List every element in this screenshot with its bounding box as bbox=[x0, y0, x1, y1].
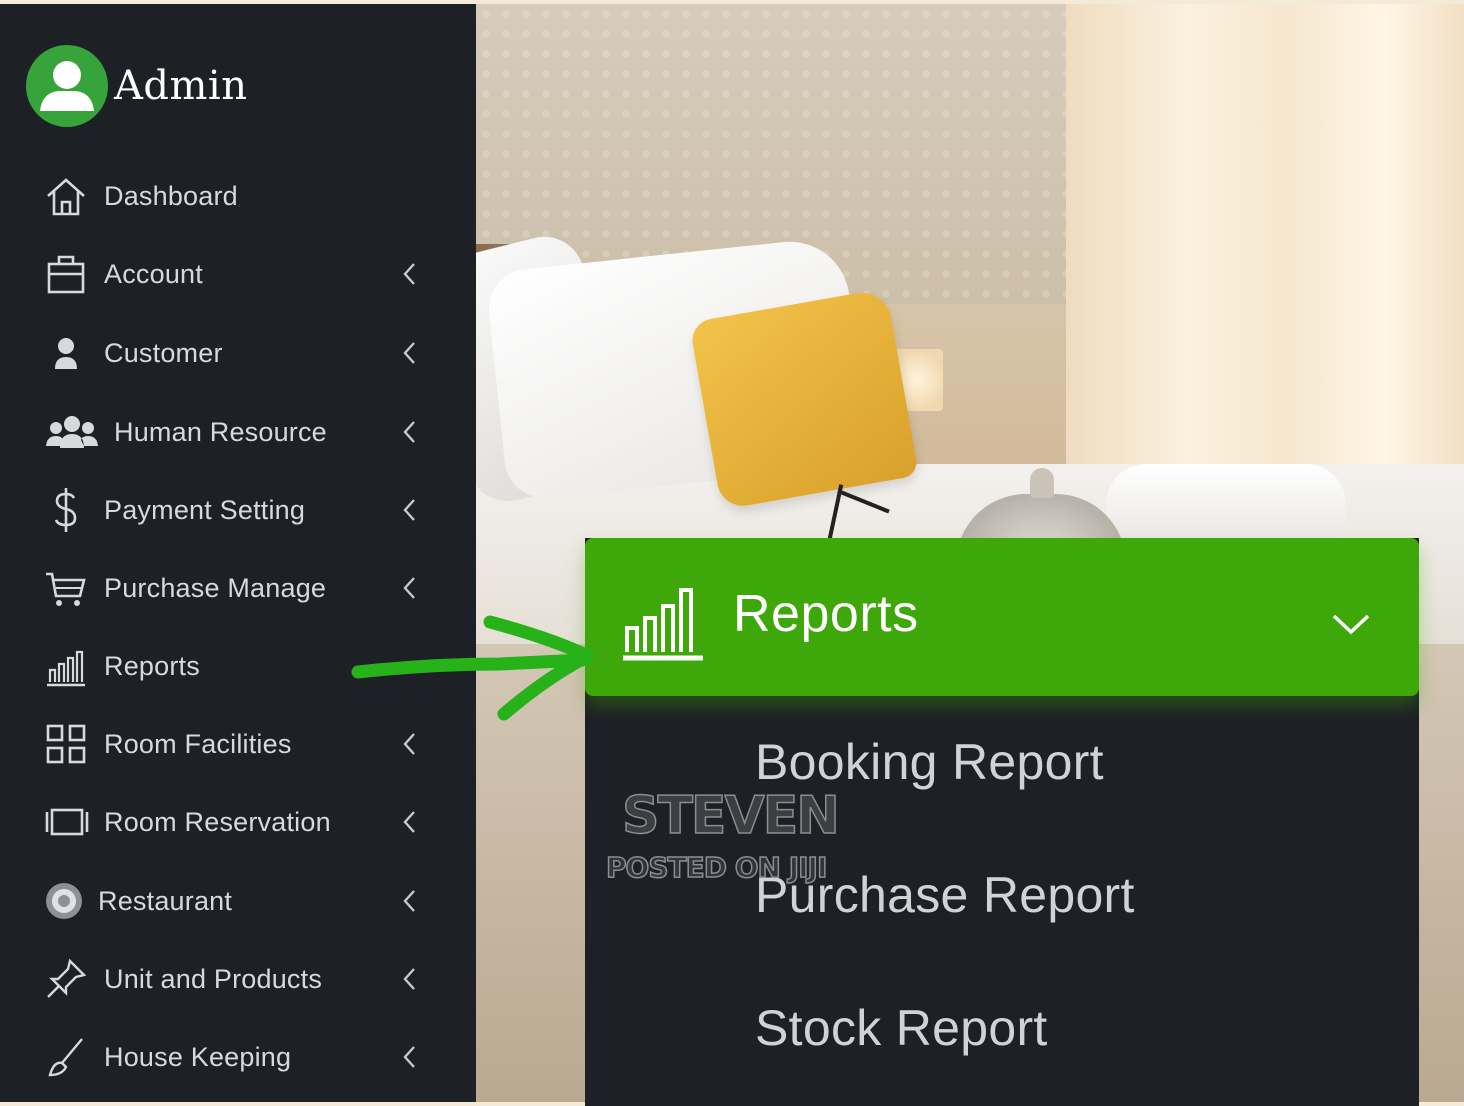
avatar bbox=[26, 45, 108, 127]
cart-icon bbox=[44, 564, 92, 612]
pin-icon bbox=[44, 955, 92, 1003]
sidebar-item-label: Human Resource bbox=[114, 416, 327, 447]
grid-icon bbox=[44, 720, 92, 768]
sidebar-item-account[interactable]: Account bbox=[44, 244, 424, 304]
sidebar-item-label: Payment Setting bbox=[104, 494, 306, 525]
chevron-left-icon bbox=[403, 499, 415, 521]
chevron-left-icon bbox=[403, 342, 415, 364]
sidebar-item-room-reservation[interactable]: Room Reservation bbox=[44, 792, 424, 852]
watermark-name: STEVEN bbox=[621, 785, 840, 847]
sidebar-item-restaurant[interactable]: Restaurant bbox=[44, 871, 424, 931]
stock-report-link[interactable]: Stock Report bbox=[755, 999, 1048, 1057]
broom-icon bbox=[44, 1033, 92, 1081]
restaurant-icon bbox=[44, 877, 92, 925]
chevron-left-icon bbox=[403, 733, 415, 755]
user-icon bbox=[44, 329, 92, 377]
dollar-icon bbox=[44, 486, 92, 534]
user-name: Admin bbox=[114, 63, 248, 109]
yellow-cushion bbox=[689, 288, 919, 510]
chevron-left-icon bbox=[403, 577, 415, 599]
sidebar-item-label: Room Reservation bbox=[104, 806, 331, 837]
user-profile[interactable]: Admin bbox=[26, 44, 247, 128]
sidebar-item-label: Dashboard bbox=[104, 180, 238, 211]
green-arrow-icon bbox=[351, 615, 595, 721]
reports-title: Reports bbox=[733, 585, 919, 643]
chevron-left-icon bbox=[403, 968, 415, 990]
sidebar-item-label: Account bbox=[104, 258, 203, 289]
sidebar-item-label: Restaurant bbox=[98, 885, 233, 916]
bar-chart-icon bbox=[44, 642, 92, 690]
sidebar-item-dashboard[interactable]: Dashboard bbox=[44, 166, 424, 226]
watermark-posted: POSTED ON JIJI bbox=[605, 850, 828, 885]
briefcase-icon bbox=[44, 250, 92, 298]
home-icon bbox=[44, 172, 92, 220]
sidebar-item-label: Reports bbox=[104, 650, 200, 681]
users-icon bbox=[44, 408, 102, 456]
sidebar-item-payment-setting[interactable]: Payment Setting bbox=[44, 480, 424, 540]
booking-report-link[interactable]: Booking Report bbox=[755, 733, 1104, 791]
user-avatar-icon bbox=[40, 61, 94, 111]
sidebar-item-label: Purchase Manage bbox=[104, 572, 327, 603]
bar-chart-icon bbox=[623, 588, 703, 661]
sidebar-item-human-resource[interactable]: Human Resource bbox=[44, 402, 424, 462]
sidebar-item-unit-and-products[interactable]: Unit and Products bbox=[44, 949, 424, 1009]
sidebar-item-house-keeping[interactable]: House Keeping bbox=[44, 1027, 424, 1087]
sidebar-item-label: Customer bbox=[104, 337, 223, 368]
chevron-left-icon bbox=[403, 1046, 415, 1068]
sidebar-item-label: House Keeping bbox=[104, 1041, 292, 1072]
chevron-left-icon bbox=[403, 811, 415, 833]
chevron-left-icon bbox=[403, 263, 415, 285]
cloche-knob bbox=[1030, 468, 1054, 498]
chevron-left-icon bbox=[403, 890, 415, 912]
sidebar-item-label: Room Facilities bbox=[104, 728, 292, 759]
sidebar-item-label: Unit and Products bbox=[104, 963, 323, 994]
chevron-down-icon[interactable] bbox=[1331, 612, 1371, 636]
chevron-left-icon bbox=[403, 421, 415, 443]
reservation-icon bbox=[44, 798, 92, 846]
reports-menu-expanded[interactable]: Reports bbox=[585, 538, 1419, 696]
sidebar-item-customer[interactable]: Customer bbox=[44, 323, 424, 383]
sidebar: Admin Dashboard Account Customer Human R… bbox=[0, 4, 476, 1102]
